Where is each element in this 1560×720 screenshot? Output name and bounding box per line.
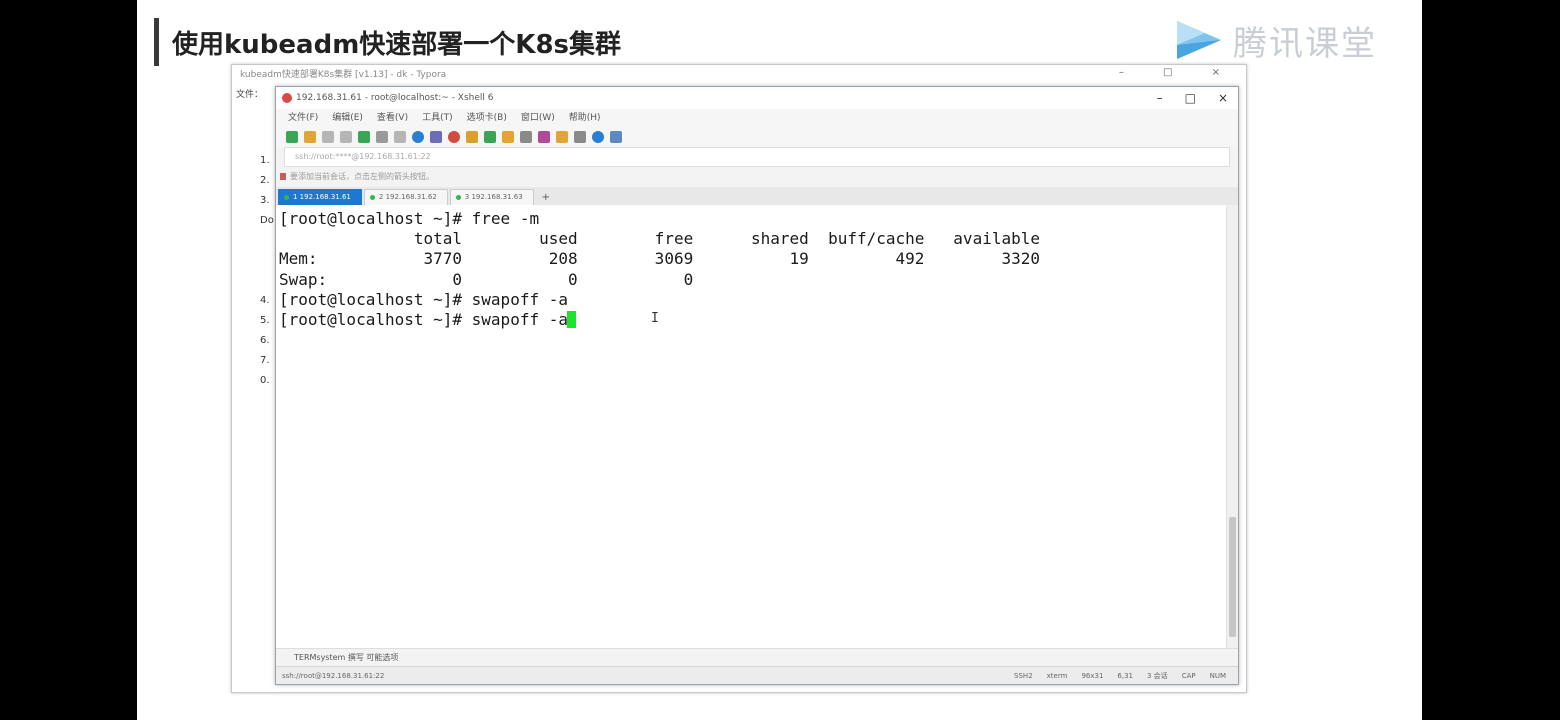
status-sessions: 3 会话 (1147, 672, 1168, 680)
status-dot-icon (455, 195, 461, 200)
slide-title: 使用kubeadm快速部署一个K8s集群 (172, 30, 622, 60)
status-term: xterm (1046, 672, 1068, 680)
status-dot-icon (284, 195, 289, 200)
status-num: NUM (1209, 672, 1226, 680)
hint-text: 要添加当前会话，点击左侧的箭头按钮。 (290, 172, 434, 181)
list-item: 1. (260, 155, 270, 166)
list-item: 5. (260, 315, 270, 326)
list-item: 6. (260, 335, 270, 346)
status-size: 96x31 (1081, 672, 1104, 680)
tab-label: 3 192.168.31.63 (464, 193, 523, 201)
status-caps: CAP (1181, 672, 1196, 680)
transfer-icon[interactable] (358, 131, 370, 143)
script-icon[interactable] (466, 131, 478, 143)
window-icon[interactable] (574, 131, 586, 143)
status-connection: ssh://root@192.168.31.61:22 (282, 672, 385, 680)
menu-view[interactable]: 查看(V) (377, 109, 408, 127)
font-icon[interactable] (430, 131, 442, 143)
tab-session-1[interactable]: 1 192.168.31.61 (278, 189, 362, 205)
scrollbar-thumb[interactable] (1229, 517, 1236, 637)
play-logo-icon (1177, 21, 1221, 59)
list-item: 7. (260, 355, 270, 366)
list-item: 4. (260, 295, 270, 306)
menu-tab[interactable]: 选项卡(B) (467, 109, 507, 127)
xshell-window: 192.168.31.61 - root@localhost:~ - Xshel… (275, 86, 1239, 685)
session-hint: 要添加当前会话，点击左侧的箭头按钮。 (276, 167, 1238, 187)
menu-tools[interactable]: 工具(T) (422, 109, 453, 127)
brand-name: 腾讯课堂 (1233, 23, 1377, 64)
terminal-cursor (566, 311, 576, 329)
new-session-icon[interactable] (286, 131, 298, 143)
copy-icon[interactable] (340, 131, 352, 143)
slide: 使用kubeadm快速部署一个K8s集群 腾讯课堂 kubeadm快速部署K8s… (137, 0, 1422, 720)
tab-label: 2 192.168.31.62 (378, 193, 437, 201)
brand-logo: 腾讯课堂 (1171, 14, 1377, 66)
list-item: 0. (260, 375, 270, 386)
xshell-toolbar (276, 127, 1238, 147)
chat-icon[interactable] (610, 131, 622, 143)
list-item: 2. (260, 175, 270, 186)
menu-file[interactable]: 文件(F) (288, 109, 318, 127)
terminal-line: total used free shared buff/cache availa… (279, 229, 1040, 249)
menu-help[interactable]: 帮助(H) (569, 109, 601, 127)
xftp-icon[interactable] (448, 131, 460, 143)
tab-label: 1 192.168.31.61 (293, 193, 351, 201)
terminal-line: [root@localhost ~]# swapoff -a (279, 310, 568, 330)
add-tab-button[interactable]: + (536, 190, 556, 205)
session-tabs: 1 192.168.31.61 2 192.168.31.62 3 192.16… (276, 187, 1238, 206)
terminal-line: Mem: 3770 208 3069 19 492 3320 (279, 249, 1040, 269)
xshell-menubar: 文件(F) 编辑(E) 查看(V) 工具(T) 选项卡(B) 窗口(W) 帮助(… (276, 109, 1238, 127)
maximize-icon[interactable]: □ (1185, 87, 1196, 109)
terminal-scrollbar[interactable] (1226, 205, 1238, 648)
status-cursor-pos: 6,31 (1117, 672, 1133, 680)
properties-icon[interactable] (394, 131, 406, 143)
compose-bar[interactable]: TERMsystem 撰写 可能选项 (276, 648, 1238, 666)
search-icon[interactable] (376, 131, 388, 143)
minimize-icon[interactable]: – (1157, 87, 1163, 109)
status-bar: ssh://root@192.168.31.61:22 SSH2 xterm 9… (276, 666, 1238, 684)
terminal-line: [root@localhost ~]# free -m (279, 209, 540, 228)
xshell-titlebar: 192.168.31.61 - root@localhost:~ - Xshel… (276, 87, 1238, 109)
tab-session-3[interactable]: 3 192.168.31.63 (449, 189, 534, 205)
doc-window-menu[interactable]: 文件： (236, 87, 263, 100)
tab-session-2[interactable]: 2 192.168.31.62 (363, 189, 448, 205)
reconnect-icon[interactable] (322, 131, 334, 143)
lock-icon[interactable] (502, 131, 514, 143)
compose-icon[interactable] (538, 131, 550, 143)
list-item: 3. (260, 195, 270, 206)
globe-icon[interactable] (412, 131, 424, 143)
doc-list: 1. 2. 3. Do 4. 5. 6. 7. 0. (260, 151, 274, 391)
bookmark-icon (280, 173, 286, 180)
fullscreen-icon[interactable] (484, 131, 496, 143)
doc-window-title: kubeadm快速部署K8s集群 [v1.13] - dk - Typora (240, 70, 447, 80)
terminal[interactable]: [root@localhost ~]# free -m total used f… (276, 205, 1226, 648)
open-folder-icon[interactable] (304, 131, 316, 143)
address-bar[interactable]: ssh://root:****@192.168.31.61:22 (284, 147, 1230, 167)
status-dot-icon (369, 195, 375, 200)
doc-window-controls[interactable]: – □ × (1119, 67, 1238, 78)
terminal-line: [root@localhost ~]# swapoff -a (279, 289, 568, 309)
close-icon[interactable]: × (1218, 87, 1228, 109)
keyboard-icon[interactable] (520, 131, 532, 143)
terminal-line: Swap: 0 0 0 (279, 269, 694, 289)
xshell-title: 192.168.31.61 - root@localhost:~ - Xshel… (296, 93, 494, 103)
menu-window[interactable]: 窗口(W) (521, 109, 555, 127)
xshell-app-icon (282, 93, 292, 103)
title-accent-bar (154, 18, 159, 66)
help-icon[interactable] (592, 131, 604, 143)
list-item: Do (260, 215, 274, 226)
terminal-output: [root@localhost ~]# free -m total used f… (279, 209, 1040, 330)
ibeam-cursor-icon: I (651, 311, 659, 326)
layout-icon[interactable] (556, 131, 568, 143)
status-protocol: SSH2 (1014, 672, 1033, 680)
menu-edit[interactable]: 编辑(E) (332, 109, 363, 127)
